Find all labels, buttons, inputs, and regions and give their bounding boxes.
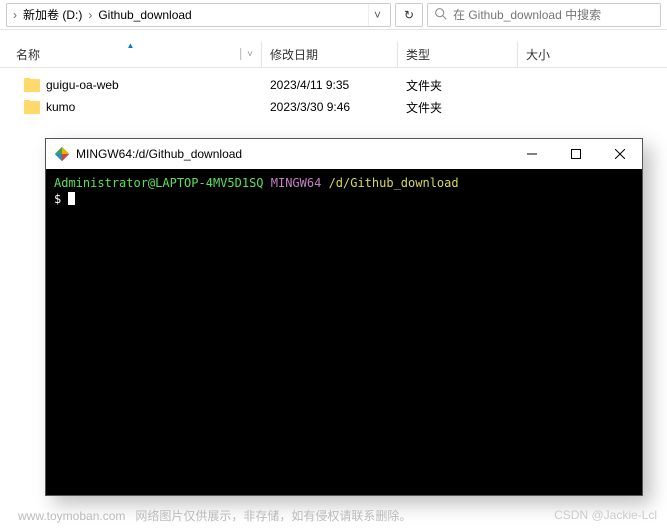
chevron-right-icon: › [11, 8, 19, 22]
breadcrumb-item[interactable]: 新加卷 (D:) [19, 4, 86, 26]
table-row[interactable]: kumo 2023/3/30 9:46 文件夹 [0, 96, 667, 118]
terminal-line: Administrator@LAPTOP-4MV5D1SQ MINGW64 /d… [54, 175, 634, 191]
search-box[interactable] [427, 3, 661, 27]
folder-icon [24, 79, 40, 92]
file-list: guigu-oa-web 2023/4/11 9:35 文件夹 kumo 202… [0, 68, 667, 118]
cursor-icon [68, 192, 75, 205]
file-list-header: 名称 │ ˅ 修改日期 类型 大小 [0, 42, 667, 68]
terminal-window: MINGW64:/d/Github_download Administrator… [45, 138, 643, 496]
file-type: 文件夹 [398, 77, 518, 94]
refresh-button[interactable]: ↻ [395, 3, 423, 27]
address-toolbar: › 新加卷 (D:) › Github_download ˅ ↻ [0, 0, 667, 30]
column-header-date[interactable]: 修改日期 [262, 42, 398, 67]
terminal-prompt: $ [54, 191, 634, 207]
column-label: 名称 [16, 46, 40, 63]
minimize-button[interactable] [510, 139, 554, 169]
terminal-body[interactable]: Administrator@LAPTOP-4MV5D1SQ MINGW64 /d… [46, 169, 642, 495]
chevron-down-icon[interactable]: ˅ [368, 4, 386, 26]
search-input[interactable] [453, 8, 654, 22]
sort-indicator-icon: │ ˅ [238, 49, 253, 60]
column-header-type[interactable]: 类型 [398, 42, 518, 67]
search-icon [434, 7, 447, 23]
file-name: kumo [46, 100, 75, 114]
column-header-size[interactable]: 大小 [518, 42, 618, 67]
file-date: 2023/4/11 9:35 [262, 78, 398, 92]
column-header-name[interactable]: 名称 │ ˅ [0, 42, 262, 67]
window-title: MINGW64:/d/Github_download [76, 147, 510, 161]
breadcrumb[interactable]: › 新加卷 (D:) › Github_download ˅ [6, 3, 391, 27]
watermark-notice: 网络图片仅供展示，非存储，如有侵权请联系删除。 [135, 507, 411, 524]
close-button[interactable] [598, 139, 642, 169]
table-row[interactable]: guigu-oa-web 2023/4/11 9:35 文件夹 [0, 74, 667, 96]
mingw-icon [54, 146, 70, 162]
file-date: 2023/3/30 9:46 [262, 100, 398, 114]
chevron-right-icon: › [86, 8, 94, 22]
folder-icon [24, 101, 40, 114]
window-controls [510, 139, 642, 169]
maximize-button[interactable] [554, 139, 598, 169]
file-name: guigu-oa-web [46, 78, 119, 92]
titlebar[interactable]: MINGW64:/d/Github_download [46, 139, 642, 169]
refresh-icon: ↻ [404, 8, 414, 22]
csdn-watermark: CSDN @Jackie-Lcl [554, 508, 657, 522]
breadcrumb-item[interactable]: Github_download [94, 4, 195, 26]
watermark-site: www.toymoban.com [18, 509, 125, 523]
file-type: 文件夹 [398, 99, 518, 116]
